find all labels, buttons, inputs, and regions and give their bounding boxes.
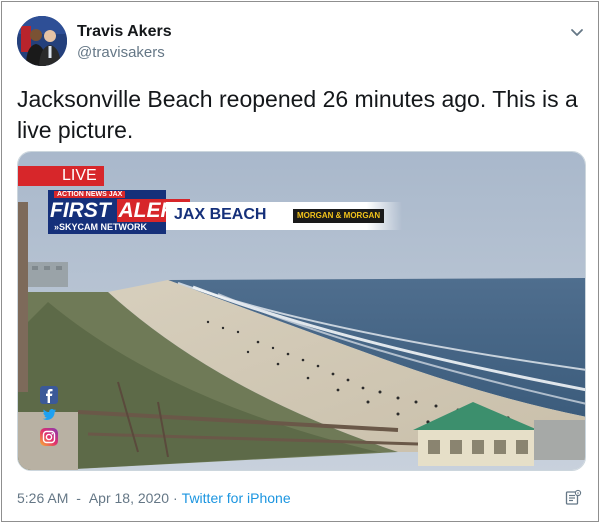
tweet-text: Jacksonville Beach reopened 26 minutes a… [17,86,578,143]
author-display-name[interactable]: Travis Akers [77,22,172,41]
sponsor-label: MORGAN & MORGAN [293,209,385,223]
tweet-time[interactable]: 5:26 AM [17,490,68,506]
separator-dot: - [72,490,85,506]
tweet-date[interactable]: Apr 18, 2020 [89,490,169,506]
avatar[interactable] [17,16,67,66]
facebook-icon [40,386,58,404]
instagram-icon [40,428,58,446]
separator-dot: · [173,490,178,506]
author-handle[interactable]: @travisakers [77,43,172,62]
tweet-footer: 5:26 AM - Apr 18, 2020 · Twitter for iPhon… [17,490,291,506]
network-top-label: ACTION NEWS JAX [54,191,126,198]
alert-word-first: FIRST [50,199,111,222]
first-alert-logo: ACTION NEWS JAX FIRST ALERT »SKYCAM NETW… [48,190,191,234]
tweet-card: Travis Akers @travisakers Jacksonville B… [1,1,599,522]
live-badge: LIVE [18,166,104,186]
tweet-header: Travis Akers @travisakers [17,16,587,68]
author-names: Travis Akers @travisakers [77,22,172,62]
tweet-source-link[interactable]: Twitter for iPhone [182,490,291,506]
twitter-icon [40,406,58,424]
tweet-photo[interactable]: LIVE ACTION NEWS JAX FIRST ALERT »SKYCAM… [17,151,586,471]
location-bar: JAX BEACH MORGAN & MORGAN [166,202,402,230]
tweet-info-icon[interactable] [564,489,582,507]
network-bottom-label: »SKYCAM NETWORK [54,222,148,232]
location-label: JAX BEACH [174,206,267,223]
chevron-down-icon[interactable] [567,22,587,42]
